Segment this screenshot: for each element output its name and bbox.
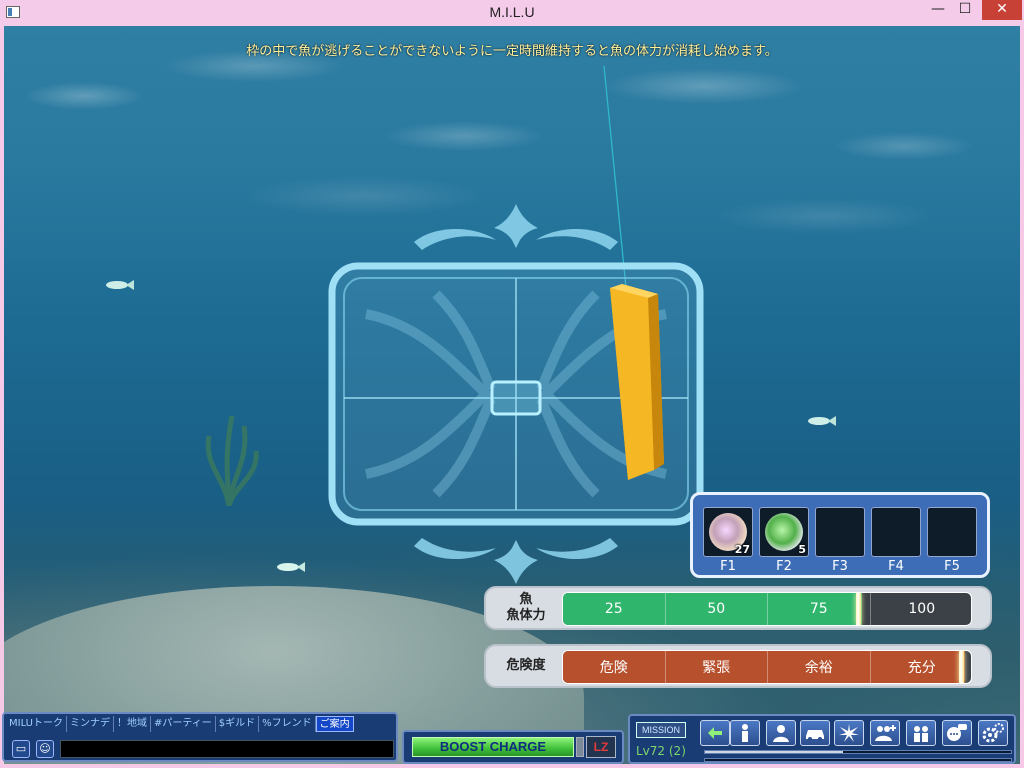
item-slot-f4[interactable] (871, 507, 921, 557)
danger-segment-label: 充分 (907, 660, 936, 676)
danger-track: 危険 緊張 余裕 充分 (562, 650, 972, 684)
fish-stamina-segment-label: 75 (768, 593, 871, 625)
emote-icon[interactable]: ☺ (36, 740, 54, 758)
chat-tab[interactable]: ご案内 (315, 716, 354, 732)
menu-panel: MISSION Lv72 (2) (628, 714, 1016, 764)
settings-gear-icon[interactable] (978, 720, 1008, 746)
boost-charge-button[interactable]: BOOST CHARGE (412, 737, 574, 757)
item-hotbar: 27 F1 5 F2 F3 F4 F5 (690, 492, 990, 578)
fish-stamina-track: 25 50 75 100 (562, 592, 972, 626)
fish-position-bar (610, 284, 664, 480)
item-key-label: F2 (776, 559, 792, 574)
skill-burst-icon[interactable] (834, 720, 864, 746)
fish-icon (277, 562, 305, 572)
chat-window-icon[interactable]: ▭ (12, 740, 30, 758)
danger-segment-label: 余裕 (768, 651, 871, 683)
instruction-text: 枠の中で魚が逃げることができないように一定時間維持すると魚の体力が消耗し始めます… (246, 44, 778, 59)
fish-icon (808, 416, 836, 426)
danger-segment-label: 緊張 (666, 651, 768, 683)
seaweed-icon (205, 415, 259, 506)
chat-tab[interactable]: ミンナデ (67, 716, 114, 732)
danger-label: 危険度 (506, 658, 546, 673)
window-title: M.I.L.U (489, 4, 535, 20)
fish-stamina-label: 魚 魚体力 (506, 592, 546, 623)
chat-tabs: MILUトーク ミンナデ ！地域 #パーティー $ギルド %フレンド ご案内 (6, 716, 354, 732)
minimize-button[interactable]: — (928, 0, 948, 20)
danger-marker (958, 651, 964, 683)
chat-tab[interactable]: MILUトーク (6, 716, 67, 732)
chat-tab[interactable]: %フレンド (259, 716, 316, 732)
item-count: 5 (798, 543, 806, 556)
add-friend-icon[interactable] (870, 720, 900, 746)
secondary-bar (704, 758, 1012, 762)
danger-segment-label: 危険 (563, 651, 666, 683)
return-icon[interactable] (700, 720, 730, 746)
item-slot-f1[interactable]: 27 (703, 507, 753, 557)
item-slot-f3[interactable] (815, 507, 865, 557)
game-window: M.I.L.U — ☐ ✕ 枠の中で魚が逃げることができないように一定時間維持す… (0, 0, 1024, 768)
character-icon[interactable] (766, 720, 796, 746)
character-stand-icon[interactable] (730, 720, 760, 746)
close-button[interactable]: ✕ (982, 0, 1022, 20)
chat-input[interactable] (60, 740, 394, 758)
item-key-label: F3 (832, 559, 848, 574)
experience-bar (704, 750, 1012, 754)
lz-button[interactable]: LZ (586, 736, 616, 758)
chat-tab[interactable]: $ギルド (216, 716, 260, 732)
item-key-label: F1 (720, 559, 736, 574)
mission-button[interactable]: MISSION (636, 722, 686, 738)
level-text: Lv72 (2) (636, 744, 686, 758)
chat-bubble-icon[interactable] (942, 720, 972, 746)
fish-stamina-gauge: 魚 魚体力 25 50 75 100 (484, 586, 992, 630)
boost-panel: BOOST CHARGE LZ (402, 730, 624, 764)
fish-stamina-segment-label: 100 (908, 601, 936, 617)
chat-tab[interactable]: ！地域 (114, 716, 151, 732)
item-key-label: F5 (944, 559, 960, 574)
item-slot-f2[interactable]: 5 (759, 507, 809, 557)
vehicle-icon[interactable] (800, 720, 830, 746)
item-count: 27 (734, 543, 750, 556)
fish-stamina-segment-label: 25 (563, 593, 666, 625)
boost-cap (576, 737, 584, 757)
chat-tab[interactable]: #パーティー (151, 716, 216, 732)
game-viewport[interactable]: 枠の中で魚が逃げることができないように一定時間維持すると魚の体力が消耗し始めます… (4, 26, 1020, 764)
item-key-label: F4 (888, 559, 904, 574)
danger-gauge: 危険度 危険 緊張 余裕 充分 (484, 644, 992, 688)
maximize-button[interactable]: ☐ (955, 0, 975, 20)
item-slot-f5[interactable] (927, 507, 977, 557)
title-bar: M.I.L.U — ☐ ✕ (0, 0, 1024, 26)
party-icon[interactable] (906, 720, 936, 746)
fish-stamina-segment-label: 50 (666, 593, 768, 625)
chat-panel: MILUトーク ミンナデ ！地域 #パーティー $ギルド %フレンド ご案内 ▭ ☺ (2, 712, 398, 762)
fish-stamina-marker (856, 593, 862, 625)
fish-icon (106, 280, 134, 290)
